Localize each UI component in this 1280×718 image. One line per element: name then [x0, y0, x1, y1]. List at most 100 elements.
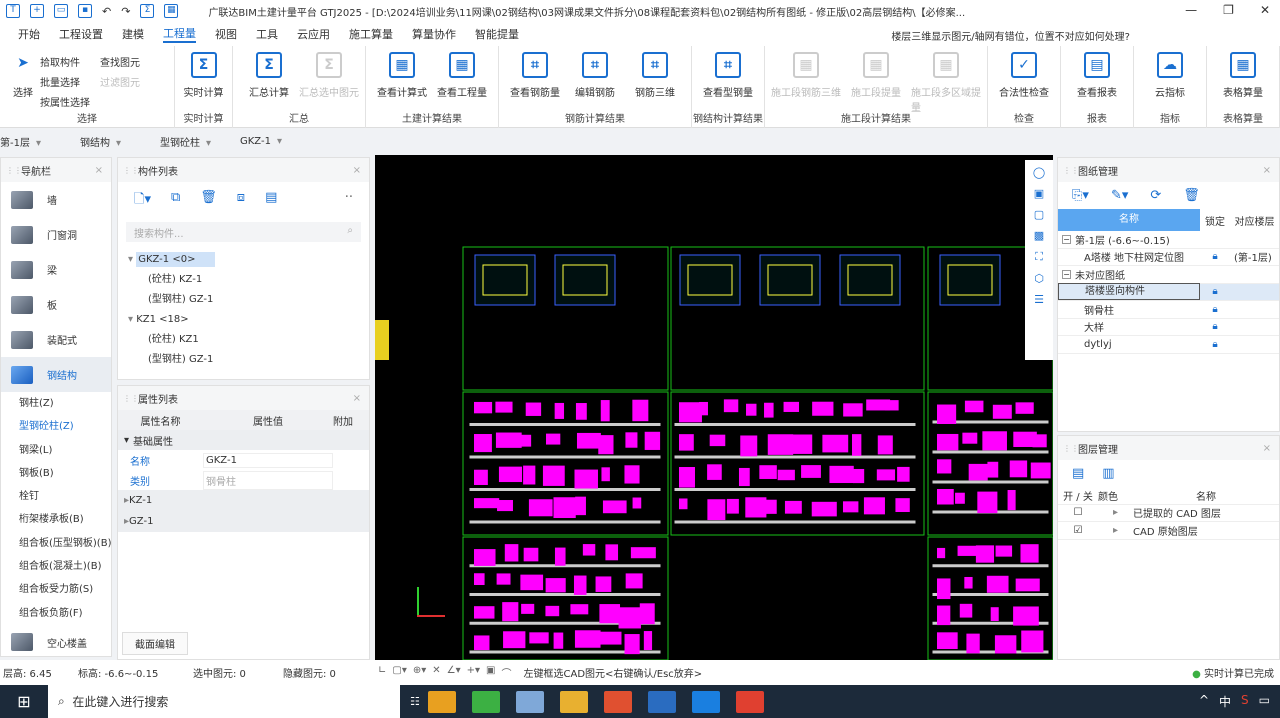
open-icon[interactable]: ▭	[54, 4, 68, 18]
tree-item[interactable]: ▾ GKZ-1 <0>	[128, 250, 359, 270]
copy-icon[interactable]: ⧉	[171, 190, 180, 212]
tab-9[interactable]: 智能提量	[475, 26, 519, 42]
collapse-icon[interactable]: ▾	[128, 314, 136, 325]
tab-8[interactable]: 算量协作	[412, 26, 456, 42]
new-component-icon[interactable]: 🗋▾	[134, 190, 151, 212]
select-by-property-button[interactable]: 按属性选择	[40, 94, 90, 109]
tray-up-icon[interactable]: ^	[1199, 693, 1209, 710]
tab-5[interactable]: 工具	[256, 26, 278, 42]
tree-item[interactable]: (型钢柱) GZ-1	[128, 350, 359, 370]
nav-item-5[interactable]: 钢结构	[1, 357, 111, 392]
layer-row[interactable]: ☑ ▸ CAD 原始图层	[1058, 522, 1279, 540]
nav-item-3[interactable]: 板	[1, 287, 111, 322]
file-app-icon[interactable]	[515, 690, 544, 713]
save-icon[interactable]: ▪	[78, 4, 92, 18]
new-icon[interactable]: +	[30, 4, 44, 18]
breadcrumb-select-0[interactable]: 第-1层 ▾	[0, 134, 80, 149]
arc-icon[interactable]: ⌒	[502, 665, 512, 680]
task-view-icon[interactable]: ☷	[410, 695, 420, 708]
breadcrumb-select-3[interactable]: GKZ-1 ▾	[240, 136, 320, 147]
find-element-button[interactable]: 查找图元	[100, 54, 140, 69]
lock-icon[interactable]: 🔒︎	[1200, 251, 1230, 262]
delete-icon[interactable]: 🗑	[1183, 188, 1200, 203]
component-search-input[interactable]: 搜索构件... ⌕	[126, 222, 361, 242]
drawing-row[interactable]: 塔楼竖向构件 🔒︎	[1058, 283, 1279, 301]
solid-cube-icon[interactable]: ▩	[1034, 229, 1044, 242]
orbit-icon[interactable]: ◯	[1033, 166, 1045, 179]
nav-subitem-3[interactable]: 钢板(B)	[1, 462, 111, 485]
nav-subitem-4[interactable]: 栓钉	[1, 485, 111, 508]
help-question[interactable]: 楼层三维显示图元/轴网有错位，位置不对应如何处理?	[891, 28, 1130, 43]
tab-4[interactable]: 视图	[215, 26, 237, 42]
more-icon[interactable]: ··	[345, 190, 353, 212]
drawing-row[interactable]: 大样 🔒︎	[1058, 319, 1279, 336]
property-value-input[interactable]: 钢骨柱	[203, 470, 333, 490]
drawing-row[interactable]: 钢骨柱 🔒︎	[1058, 301, 1279, 319]
expand-icon[interactable]: ▸	[1098, 507, 1133, 518]
display-settings-icon[interactable]: ☰	[1034, 293, 1044, 306]
expand-icon[interactable]: ▸	[1098, 525, 1133, 536]
windows-start-icon[interactable]: ⊞	[0, 692, 48, 711]
property-value-input[interactable]: GKZ-1	[203, 452, 333, 468]
drawing-row[interactable]: − 未对应图纸	[1058, 266, 1279, 284]
tab-3[interactable]: 工程量	[163, 25, 196, 43]
property-group[interactable]: ▸ KZ-1	[118, 490, 369, 511]
lock-icon[interactable]: 🔒︎	[1200, 321, 1230, 332]
property-group[interactable]: ▸ GZ-1	[118, 511, 369, 532]
cube-icon[interactable]: ▢	[1034, 208, 1044, 221]
nav-item-4[interactable]: 装配式	[1, 322, 111, 357]
close-icon[interactable]: ×	[353, 393, 361, 404]
view-cube-icon[interactable]: ⬡	[1034, 272, 1044, 285]
collapse-icon[interactable]: −	[1062, 234, 1071, 244]
gtj-app-icon[interactable]	[691, 690, 720, 713]
cad-drawing[interactable]	[375, 155, 1054, 661]
gcl-app-icon[interactable]	[471, 690, 500, 713]
layer-toggle-checkbox[interactable]: ☐	[1058, 507, 1098, 518]
section-edit-button[interactable]: 截面编辑	[122, 632, 188, 655]
redo-icon[interactable]: ↷	[121, 5, 130, 18]
search-icon[interactable]: ⌕	[347, 225, 353, 236]
filter-element-button[interactable]: 过滤图元	[100, 74, 140, 89]
tree-item[interactable]: (砼柱) KZ1	[128, 330, 359, 350]
tree-item[interactable]: (砼柱) KZ-1	[128, 270, 359, 290]
snap-icon[interactable]: ⊕▾	[413, 665, 426, 680]
nav-subitem-2[interactable]: 钢梁(L)	[1, 439, 111, 462]
grid-icon[interactable]: ▦	[164, 4, 179, 18]
split-drawing-icon[interactable]: ✎▾	[1111, 188, 1128, 203]
nav-subitem-9[interactable]: 组合板负筋(F)	[1, 602, 111, 625]
fit-view-icon[interactable]: ⛶	[1035, 250, 1043, 264]
collapse-icon[interactable]: −	[1062, 269, 1071, 279]
lock-icon[interactable]: 🔒︎	[1200, 304, 1230, 315]
nav-subitem-8[interactable]: 组合板受力筋(S)	[1, 578, 111, 601]
lock-icon[interactable]: 🔒︎	[1200, 339, 1230, 350]
tab-6[interactable]: 云应用	[297, 26, 330, 42]
tab-7[interactable]: 施工算量	[349, 26, 393, 42]
layer-toggle-checkbox[interactable]: ☑	[1058, 525, 1098, 536]
pick-component-button[interactable]: 拾取构件	[40, 54, 90, 69]
batch-select-button[interactable]: 批量选择	[40, 74, 90, 89]
minimize-button[interactable]: —	[1185, 3, 1197, 17]
taskbar-search-input[interactable]: ⌕ 在此键入进行搜索	[48, 685, 400, 718]
breadcrumb-select-2[interactable]: 型钢砼柱 ▾	[160, 134, 240, 149]
explorer-icon[interactable]	[559, 690, 588, 713]
close-icon[interactable]: ×	[353, 165, 361, 176]
tab-2[interactable]: 建模	[122, 26, 144, 42]
nav-subitem-6[interactable]: 组合板(压型钢板)(B)	[1, 532, 111, 555]
restore-button[interactable]: ❐	[1223, 3, 1234, 17]
nav-item-2[interactable]: 梁	[1, 252, 111, 287]
cad-canvas[interactable]	[375, 155, 1054, 661]
nav-item-0[interactable]: 墙	[1, 182, 111, 217]
close-icon[interactable]: ×	[1263, 443, 1271, 454]
tab-0[interactable]: 开始	[18, 26, 40, 42]
angle-icon[interactable]: ∠▾	[447, 665, 461, 680]
show-layers-icon[interactable]: ▤	[1072, 466, 1084, 481]
nav-subitem-1[interactable]: 型钢砼柱(Z)	[1, 415, 111, 438]
lock-icon[interactable]: 🔒︎	[1200, 286, 1230, 297]
layer-copy-icon[interactable]: ⧈	[237, 190, 245, 212]
nav-subitem-5[interactable]: 桁架楼承板(B)	[1, 508, 111, 531]
nav-item-hollow-floor[interactable]: 空心楼盖	[1, 625, 111, 660]
close-icon[interactable]: ×	[95, 165, 103, 176]
search-app-icon[interactable]	[427, 690, 456, 713]
tree-item[interactable]: (型钢柱) GZ-1	[128, 290, 359, 310]
hide-layers-icon[interactable]: ▥	[1102, 466, 1114, 481]
